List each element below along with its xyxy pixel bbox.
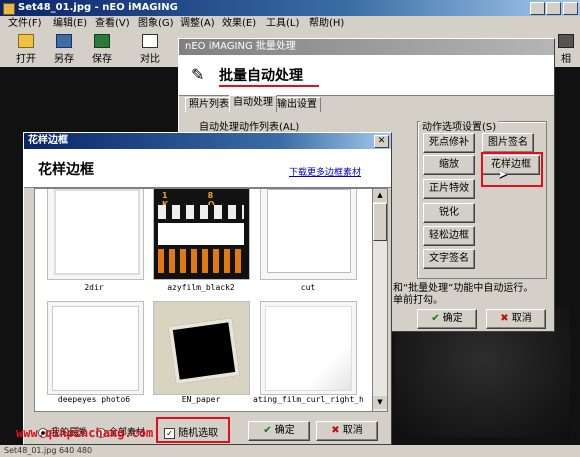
option-sharpen[interactable]: 锐化 (423, 203, 475, 223)
batch-title-bar: nEO iMAGING 批量处理 (179, 39, 554, 55)
cursor-icon: ➤ (497, 167, 508, 181)
menu-image[interactable]: 图象(G) (138, 17, 174, 30)
thumbnail-grid: 18 KO 2dir azyfilm_black2 cut deepeyes p… (34, 188, 374, 412)
batch-heading: 批量自动处理 (219, 68, 303, 84)
menu-adjust[interactable]: 调整(A) (180, 17, 215, 30)
batch-title: nEO iMAGING 批量处理 (185, 41, 296, 52)
camera-icon (558, 34, 574, 48)
frame-preview (168, 317, 240, 385)
option-scale[interactable]: 缩放 (423, 155, 475, 175)
frame-preview (267, 189, 351, 273)
tab-auto-process[interactable]: 自动处理 (229, 95, 277, 112)
open-button[interactable]: 打开 (8, 31, 44, 65)
status-text: Set48_01.jpg 640 480 (4, 446, 93, 455)
download-more-link[interactable]: 下载更多边框素材 (289, 165, 361, 178)
batch-icon: ✎ (191, 65, 205, 84)
frame-ok-button[interactable]: ✔ 确定 (248, 421, 310, 441)
menu-view[interactable]: 查看(V) (95, 17, 130, 30)
menu-effects[interactable]: 效果(E) (222, 17, 256, 30)
option-text-signature[interactable]: 文字签名 (423, 249, 475, 269)
watermark: www.qinpinchang.com (16, 426, 154, 440)
options-label: 动作选项设置(S) (420, 118, 499, 133)
batch-cancel-button[interactable]: ✖ 取消 (486, 309, 546, 329)
thumbnail-2dir[interactable] (47, 189, 144, 280)
frame-header: 花样边框 下载更多边框素材 (24, 149, 391, 188)
thumbnail-deepeyes[interactable] (47, 301, 144, 395)
thumbnail-label: 2dir (84, 283, 104, 292)
option-dead-pixel[interactable]: 死点修补 (423, 133, 475, 153)
save-label: 保存 (92, 54, 112, 65)
thumbnail-label: EN_paper (181, 395, 221, 404)
main-title-bar: Set48_01.jpg - nEO iMAGING (0, 0, 580, 16)
frame-dialog: 花样边框 ✕ 花样边框 下载更多边框素材 18 KO 2dir azyfilm_… (23, 132, 392, 445)
compare-button[interactable]: 对比 (132, 31, 168, 65)
highlight-random-checkbox (156, 417, 230, 443)
batch-ok-button[interactable]: ✔ 确定 (417, 309, 477, 329)
frame-preview (52, 306, 139, 391)
camera-label: 相 (561, 54, 571, 65)
frame-title-bar: 花样边框 ✕ (24, 133, 391, 149)
frame-preview (54, 189, 140, 275)
option-image-signature[interactable]: 图片签名 (482, 133, 534, 153)
compare-icon (142, 34, 158, 48)
open-label: 打开 (16, 54, 36, 65)
menu-edit[interactable]: 编辑(E) (53, 17, 87, 30)
save-button[interactable]: 保存 (84, 31, 120, 65)
film-sprockets-top (158, 205, 244, 219)
thumbnail-film-curl[interactable] (260, 301, 357, 395)
app-icon (3, 3, 15, 15)
cancel-x-icon: ✖ (331, 425, 340, 436)
option-positive-effect[interactable]: 正片特效 (423, 179, 475, 199)
frame-heading: 花样边框 (38, 162, 94, 178)
vertical-scrollbar[interactable]: ▲ ▼ (372, 188, 388, 412)
frame-ok-label: 确定 (274, 425, 295, 436)
save-as-label: 另存 (54, 54, 74, 65)
tab-photo-list[interactable]: 照片列表 (185, 97, 233, 112)
batch-header: ✎ 批量自动处理 (179, 55, 554, 96)
check-icon: ✔ (263, 425, 272, 436)
tab-output-settings[interactable]: 输出设置 (273, 97, 321, 112)
thumbnail-en-paper[interactable] (153, 301, 250, 395)
compare-label: 对比 (140, 54, 160, 65)
thumbnail-azyfilm[interactable]: 18 KO (153, 189, 250, 280)
maximize-button[interactable] (546, 2, 561, 15)
option-easy-border[interactable]: 轻松边框 (423, 226, 475, 246)
menu-tools[interactable]: 工具(L) (266, 17, 299, 30)
film-sprockets-bottom (158, 249, 244, 273)
status-bar: Set48_01.jpg 640 480 (0, 445, 580, 457)
save-as-icon (56, 34, 72, 48)
batch-ok-label: 确定 (442, 313, 463, 324)
menu-bar: 文件(F) 编辑(E) 查看(V) 图象(G) 调整(A) 效果(E) 工具(L… (0, 16, 580, 31)
film-frame (158, 223, 244, 245)
action-list-label: 自动处理动作列表(AL) (199, 122, 300, 133)
heading-underline (219, 85, 319, 87)
scroll-down-arrow[interactable]: ▼ (373, 396, 387, 409)
frame-close-button[interactable]: ✕ (374, 135, 389, 148)
scroll-thumb[interactable] (373, 203, 387, 241)
minimize-button[interactable] (530, 2, 545, 15)
cancel-x-icon: ✖ (500, 313, 509, 324)
batch-cancel-label: 取消 (511, 313, 532, 324)
thumbnail-label: cut (300, 283, 316, 292)
thumbnail-label: deepeyes photo6 (57, 395, 131, 404)
frame-cancel-label: 取消 (342, 425, 363, 436)
thumbnail-label: ating_film_curl_right_hs (253, 395, 363, 404)
thumbnail-label: azyfilm_black2 (167, 283, 235, 292)
save-icon (94, 34, 110, 48)
close-button[interactable] (563, 2, 578, 15)
scroll-up-arrow[interactable]: ▲ (373, 189, 387, 202)
main-window-title: Set48_01.jpg - nEO iMAGING (18, 2, 178, 13)
highlight-fancy-frame (481, 152, 543, 187)
frame-cancel-button[interactable]: ✖ 取消 (316, 421, 378, 441)
thumbnail-cut[interactable] (260, 189, 357, 280)
frame-title: 花样边框 (28, 135, 68, 146)
menu-help[interactable]: 帮助(H) (309, 17, 344, 30)
open-folder-icon (18, 34, 34, 48)
check-icon: ✔ (431, 313, 440, 324)
note-line-2: 单前打勾。 (393, 295, 443, 306)
save-as-button[interactable]: 另存 (46, 31, 82, 65)
frame-preview (265, 306, 352, 391)
menu-file[interactable]: 文件(F) (8, 17, 42, 30)
